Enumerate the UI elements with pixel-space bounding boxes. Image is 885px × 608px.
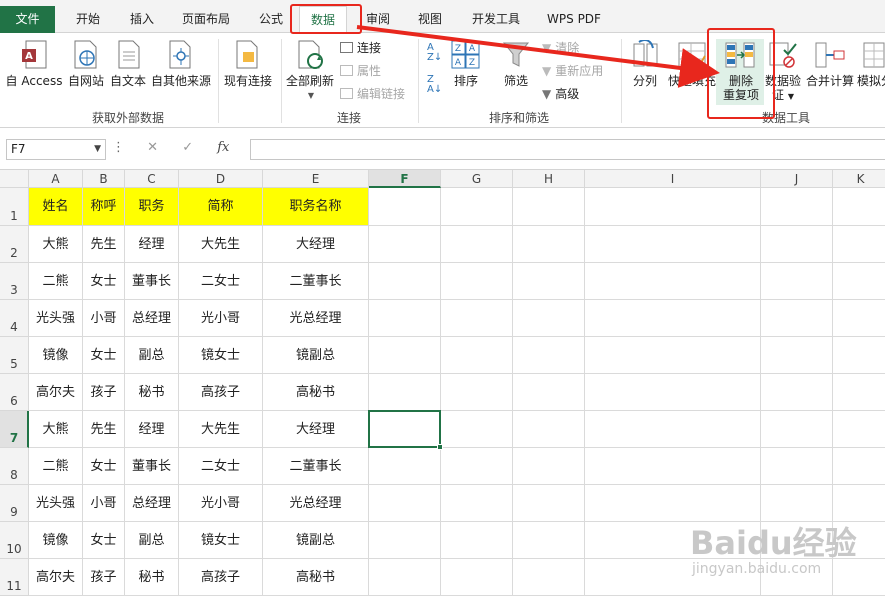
watermark-brand: Baidu经验 bbox=[690, 524, 857, 562]
annotation-arrow bbox=[356, 25, 720, 88]
baidu-watermark: Baidu经验 jingyan.baidu.com bbox=[690, 525, 857, 577]
watermark-url: jingyan.baidu.com bbox=[692, 561, 822, 577]
